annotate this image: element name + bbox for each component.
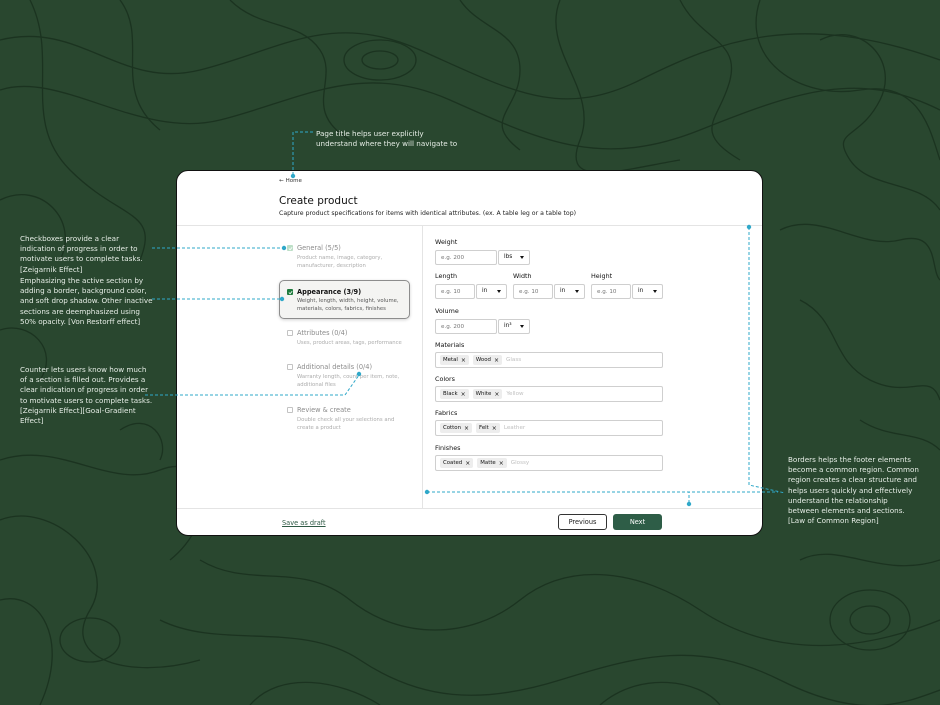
title-annotation: Page title helps user explicitly underst… [316,129,458,149]
tag-chip: Felt × [476,423,500,433]
step-appearance[interactable]: Appearance (3/9) Weight, length, width, … [279,280,410,319]
step-title: Appearance (3/9) [297,288,362,296]
chevron-down-icon [653,290,657,293]
checkbox-annotation: Checkboxes provide a clear indication of… [20,234,143,274]
active-section-annotation: Emphasizing the active section by adding… [20,276,153,326]
step-description: Weight, length, width, height, volume, ma… [297,298,399,313]
footer-divider [177,508,762,509]
step-additional-details[interactable]: Additional details (0/4) Warranty length… [279,363,410,393]
close-icon[interactable]: × [465,460,470,466]
back-home-label: Home [285,178,302,184]
header-divider [177,225,762,226]
step-review-create[interactable]: Review & create Double check all your se… [279,406,410,436]
finishes-label: Finishes [435,444,461,452]
checkbox-empty-icon [287,407,293,413]
tag-chip: Metal × [440,355,469,365]
tag-chip: Coated × [440,458,474,468]
tag-chip: Wood × [472,355,502,365]
width-unit-select[interactable]: in [554,284,585,299]
volume-unit-select[interactable]: in³ [498,319,530,334]
close-icon[interactable]: × [464,425,469,431]
colors-label: Colors [435,375,456,383]
step-title: Additional details (0/4) [297,363,373,371]
step-attributes[interactable]: Attributes (0/4) Uses, product areas, ta… [279,329,410,351]
chevron-down-icon [520,325,524,328]
step-title: Review & create [297,406,351,414]
chevron-down-icon [497,290,501,293]
close-icon[interactable]: × [461,357,466,363]
weight-input[interactable] [435,250,497,265]
length-unit-select[interactable]: in [476,284,507,299]
checkbox-empty-icon [287,330,293,336]
length-label: Length [435,272,458,280]
back-home-link[interactable]: ← Home [279,178,302,184]
step-title: Attributes (0/4) [297,329,348,337]
tag-placeholder: Glossy [510,460,530,466]
page-title: Create product [279,195,358,207]
tag-placeholder: Yellow [506,391,524,397]
close-icon[interactable]: × [494,357,499,363]
colors-tag-input[interactable]: Black × White × Yellow [435,386,663,402]
checkbox-checked-icon [287,289,293,295]
step-general[interactable]: General (5/5) Product name, image, categ… [279,244,410,274]
next-button[interactable]: Next [613,514,662,530]
counter-annotation: Counter lets users know how much of a se… [20,365,153,426]
fabrics-label: Fabrics [435,409,458,417]
tag-chip: Cotton × [440,423,473,433]
weight-label: Weight [435,238,458,246]
fabrics-tag-input[interactable]: Cotton × Felt × Leather [435,420,663,436]
border-annotation: Borders helps the footer elements become… [788,455,919,526]
height-label: Height [591,272,613,280]
finishes-tag-input[interactable]: Coated × Matte × Glossy [435,455,663,471]
width-label: Width [513,272,532,280]
weight-unit-select[interactable]: lbs [498,250,530,265]
page-subtitle: Capture product specifications for items… [279,210,577,217]
checkbox-checked-icon [287,245,293,251]
tag-chip: White × [472,389,503,399]
column-divider [422,225,423,509]
close-icon[interactable]: × [499,460,504,466]
step-description: Warranty length, count per item, note, ad… [297,374,400,389]
previous-button[interactable]: Previous [558,514,607,530]
materials-tag-input[interactable]: Metal × Wood × Glass [435,352,663,368]
save-draft-link[interactable]: Save as draft [282,519,326,527]
tag-chip: Matte × [477,458,507,468]
step-description: Product name, image, category, manufactur… [297,255,383,270]
chevron-down-icon [575,290,579,293]
chevron-down-icon [520,256,524,259]
volume-label: Volume [435,307,459,315]
close-icon[interactable]: × [461,391,466,397]
step-description: Double check all your selections and crea… [297,417,395,432]
checkbox-empty-icon [287,364,293,370]
tag-chip: Black × [440,389,469,399]
close-icon[interactable]: × [492,425,497,431]
length-input[interactable] [435,284,475,299]
arrow-left-icon: ← [279,178,284,184]
materials-label: Materials [435,341,465,349]
close-icon[interactable]: × [494,391,499,397]
tag-placeholder: Glass [506,357,522,363]
width-input[interactable] [513,284,553,299]
create-product-window: ← Home Create product Capture product sp… [176,170,763,536]
height-unit-select[interactable]: in [632,284,663,299]
step-title: General (5/5) [297,244,341,252]
volume-input[interactable] [435,319,497,334]
tag-placeholder: Leather [503,425,526,431]
step-description: Uses, product areas, tags, performance [297,340,402,346]
height-input[interactable] [591,284,631,299]
